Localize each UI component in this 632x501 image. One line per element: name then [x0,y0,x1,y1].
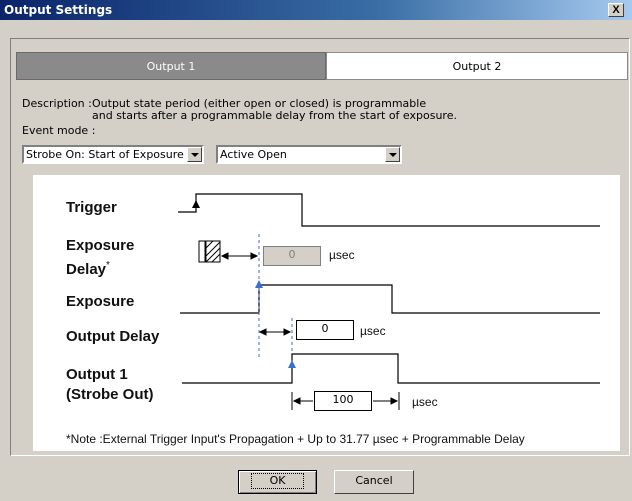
cancel-button[interactable]: Cancel [334,470,414,494]
exposure-delay-asterisk: * [106,260,110,271]
signal-label-exposure-delay-2: Delay* [66,260,110,278]
exposure-delay-field: 0 [263,246,321,266]
signal-label-strobe-out: (Strobe Out) [66,386,154,403]
ok-button-label: OK [250,473,305,489]
hatch-block-icon [198,240,221,263]
trigger-waveform [178,193,600,227]
output-duration-input[interactable]: 100 [314,391,372,411]
ok-button[interactable]: OK [238,470,317,494]
signal-label-exposure-delay-1: Exposure [66,237,135,254]
output-duration-unit: µsec [412,395,438,409]
signal-label-trigger: Trigger [66,199,117,216]
signal-label-output1: Output 1 [66,366,128,383]
output-edge-arrow [288,360,296,368]
output1-waveform [182,353,600,384]
trigger-edge-arrow [192,200,200,208]
exposure-waveform [180,284,600,314]
marker-arrows [192,200,296,368]
signal-label-exposure: Exposure [66,293,135,310]
output-delay-unit: µsec [360,324,386,338]
output-delay-input[interactable]: 0 [296,320,354,340]
propagation-note: *Note :External Trigger Input's Propagat… [66,432,525,446]
signal-label-output-delay: Output Delay [66,328,160,345]
exposure-delay-unit: µsec [329,248,355,262]
